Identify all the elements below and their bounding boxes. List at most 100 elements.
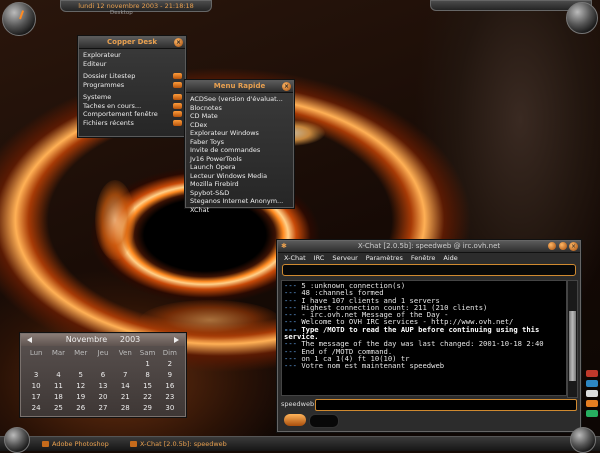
calendar-day[interactable]: 22 bbox=[136, 392, 158, 402]
copper-desk-item[interactable]: Fichiers récents bbox=[79, 119, 185, 128]
submenu-arrow-icon bbox=[173, 81, 182, 88]
close-icon[interactable]: × bbox=[282, 82, 291, 91]
calendar-day bbox=[47, 359, 69, 369]
start-orb[interactable] bbox=[4, 427, 30, 453]
calendar-day[interactable]: 17 bbox=[25, 392, 47, 402]
quick-menu-item[interactable]: XChat bbox=[186, 206, 293, 215]
weekday-label: Sam bbox=[139, 349, 156, 357]
taskbar: Adobe Photoshop X-Chat [2.0.5b]: speedwe… bbox=[0, 427, 600, 453]
calendar-day[interactable]: 30 bbox=[159, 403, 181, 413]
menu-item-label: Comportement fenêtre bbox=[83, 110, 158, 118]
calendar-day[interactable]: 18 bbox=[47, 392, 69, 402]
quick-menu-item[interactable]: Mozilla Firebird bbox=[186, 180, 293, 189]
calendar-day[interactable]: 8 bbox=[136, 370, 158, 380]
weekday-label: Dim bbox=[162, 349, 177, 357]
copper-desk-menu: Copper Desk × Explorateur Editeur Dossier … bbox=[78, 36, 186, 137]
copper-desk-item[interactable]: Programmes bbox=[79, 81, 185, 90]
calendar-day[interactable]: 21 bbox=[114, 392, 136, 402]
calendar-day bbox=[25, 359, 47, 369]
quick-menu-item[interactable]: Faber Toys bbox=[186, 138, 293, 147]
xchat-menu-item[interactable]: Paramètres bbox=[366, 254, 403, 262]
close-icon[interactable]: × bbox=[569, 242, 578, 251]
menu-item-label: Fichiers récents bbox=[83, 118, 134, 127]
quick-menu-item[interactable]: Spybot-S&D bbox=[186, 189, 293, 198]
quick-menu-item[interactable]: Lecteur Windows Media bbox=[186, 172, 293, 181]
dock-item[interactable] bbox=[586, 410, 598, 417]
calendar-day[interactable]: 4 bbox=[47, 370, 69, 380]
quick-menu-item[interactable]: Invite de commandes bbox=[186, 146, 293, 155]
calendar-day[interactable]: 1 bbox=[136, 359, 158, 369]
calendar-day[interactable]: 25 bbox=[47, 403, 69, 413]
submenu-arrow-icon bbox=[173, 73, 182, 79]
xchat-window: ✱ X-Chat [2.0.5b]: speedweb @ irc.ovh.ne… bbox=[277, 240, 581, 432]
message-input[interactable] bbox=[315, 399, 577, 411]
quick-menu-item[interactable]: ACDSee (version d'évaluat... bbox=[186, 95, 293, 104]
calendar-day[interactable]: 26 bbox=[70, 403, 92, 413]
calendar-day[interactable]: 24 bbox=[25, 403, 47, 413]
dock-item[interactable] bbox=[586, 390, 598, 397]
copper-desk-item[interactable]: Systeme bbox=[79, 93, 185, 102]
quick-menu-item[interactable]: CDex bbox=[186, 121, 293, 130]
calendar-day[interactable]: 10 bbox=[25, 381, 47, 391]
dock-item[interactable] bbox=[586, 380, 598, 387]
prev-month-icon[interactable] bbox=[27, 337, 32, 343]
dock-item[interactable] bbox=[586, 400, 598, 407]
calendar-day[interactable]: 9 bbox=[159, 370, 181, 380]
xchat-menu-item[interactable]: X-Chat bbox=[284, 254, 306, 262]
calendar-day[interactable]: 28 bbox=[114, 403, 136, 413]
calendar-day[interactable]: 5 bbox=[70, 370, 92, 380]
quick-menu-item[interactable]: Jv16 PowerTools bbox=[186, 155, 293, 164]
copper-desk-item[interactable]: Editeur bbox=[79, 60, 185, 69]
xchat-menu-item[interactable]: Aide bbox=[443, 254, 457, 262]
copper-desk-item[interactable]: Dossier Litestep bbox=[79, 72, 185, 81]
top-bar: lundi 12 novembre 2003 - 21:18:18 Deskto… bbox=[0, 0, 600, 36]
calendar-day[interactable]: 11 bbox=[47, 381, 69, 391]
xchat-dark-button[interactable] bbox=[309, 414, 339, 428]
calendar-day[interactable]: 23 bbox=[159, 392, 181, 402]
xchat-menu-item[interactable]: IRC bbox=[314, 254, 325, 262]
calendar-day[interactable]: 12 bbox=[70, 381, 92, 391]
topic-field[interactable] bbox=[282, 264, 576, 276]
calendar-day[interactable]: 2 bbox=[159, 359, 181, 369]
copper-desk-items: Explorateur Editeur Dossier Litestep Progra… bbox=[79, 49, 185, 127]
submenu-arrow-icon bbox=[173, 102, 182, 109]
calendar-day[interactable]: 13 bbox=[92, 381, 114, 391]
dock-item[interactable] bbox=[586, 370, 598, 377]
calendar-day[interactable]: 15 bbox=[136, 381, 158, 391]
quick-menu-item[interactable]: Steganos Internet Anonym... bbox=[186, 197, 293, 206]
minimize-icon[interactable] bbox=[548, 242, 556, 250]
scrollbar-thumb[interactable] bbox=[569, 311, 576, 381]
xchat-menu-item[interactable]: Serveur bbox=[332, 254, 357, 262]
xchat-logo-icon: ✱ bbox=[281, 242, 287, 250]
quick-menu-item[interactable]: Launch Opera bbox=[186, 163, 293, 172]
nick-label[interactable]: speedweb bbox=[281, 400, 314, 408]
calendar-day[interactable]: 16 bbox=[159, 381, 181, 391]
menu-rapide: Menu Rapide × ACDSee (version d'évaluat.… bbox=[185, 80, 294, 214]
calendar-day[interactable]: 27 bbox=[92, 403, 114, 413]
calendar-day[interactable]: 7 bbox=[114, 370, 136, 380]
copper-desk-item[interactable]: Comportement fenêtre bbox=[79, 110, 185, 119]
quick-menu-item[interactable]: CD Mate bbox=[186, 112, 293, 121]
maximize-icon[interactable] bbox=[559, 242, 567, 250]
next-month-icon[interactable] bbox=[174, 337, 179, 343]
menu-orb[interactable] bbox=[566, 2, 598, 34]
calendar-day[interactable]: 3 bbox=[25, 370, 47, 380]
task-photoshop[interactable]: Adobe Photoshop bbox=[40, 439, 109, 449]
calendar-day[interactable]: 20 bbox=[92, 392, 114, 402]
calendar-day bbox=[92, 359, 114, 369]
close-icon[interactable]: × bbox=[174, 38, 183, 47]
copper-desk-item[interactable]: Explorateur bbox=[79, 51, 185, 60]
taskbar-orb-right[interactable] bbox=[570, 427, 596, 453]
clock-orb[interactable] bbox=[2, 2, 36, 36]
calendar-day[interactable]: 19 bbox=[70, 392, 92, 402]
quick-menu-item[interactable]: Explorateur Windows bbox=[186, 129, 293, 138]
copper-desk-item[interactable]: Taches en cours... bbox=[79, 102, 185, 111]
xchat-orange-button[interactable] bbox=[284, 414, 306, 426]
calendar-day[interactable]: 14 bbox=[114, 381, 136, 391]
quick-menu-item[interactable]: Blocnotes bbox=[186, 104, 293, 113]
chat-scrollbar[interactable] bbox=[567, 280, 578, 398]
xchat-menu-item[interactable]: Fenêtre bbox=[411, 254, 436, 262]
task-xchat[interactable]: X-Chat [2.0.5b]: speedweb bbox=[128, 439, 227, 449]
calendar-day[interactable]: 29 bbox=[136, 403, 158, 413]
calendar-day[interactable]: 6 bbox=[92, 370, 114, 380]
